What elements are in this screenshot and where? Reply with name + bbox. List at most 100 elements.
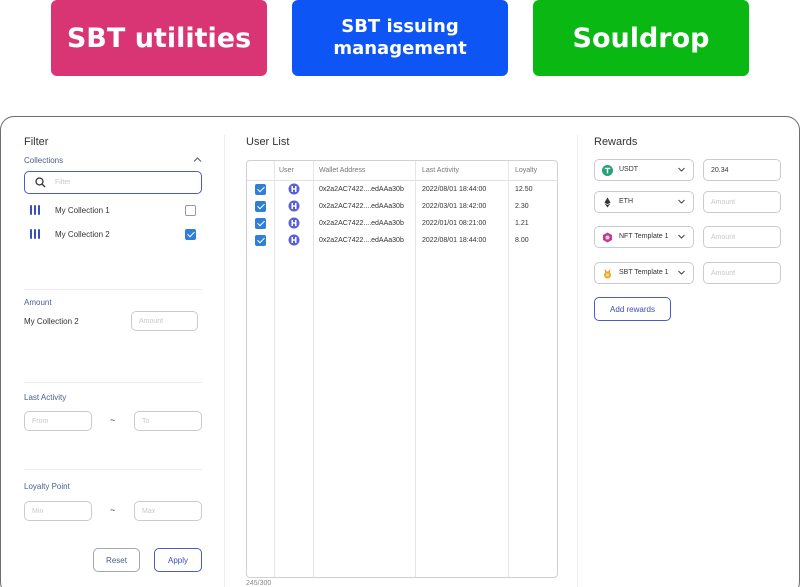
column-header-user: User bbox=[279, 167, 294, 174]
collection-icon bbox=[30, 229, 40, 239]
reward-token-label: SBT Template 1 bbox=[619, 269, 669, 276]
last-activity: 2022/01/01 08:21:00 bbox=[422, 220, 487, 227]
column-line bbox=[313, 161, 314, 577]
loyalty-point-label: Loyalty Point bbox=[24, 482, 70, 491]
reward-amount-input[interactable]: Amount bbox=[703, 262, 781, 284]
reset-button[interactable]: Reset bbox=[93, 548, 140, 572]
divider bbox=[24, 382, 202, 383]
reward-amount-placeholder: Amount bbox=[711, 198, 736, 206]
apply-button[interactable]: Apply bbox=[154, 548, 202, 572]
add-rewards-button[interactable]: Add rewards bbox=[594, 297, 671, 321]
column-line bbox=[274, 161, 275, 577]
reward-amount-value: 20.34 bbox=[711, 166, 729, 174]
divider bbox=[24, 289, 202, 290]
nft-icon bbox=[603, 232, 612, 243]
row-checkbox[interactable] bbox=[255, 235, 266, 246]
amount-label: Amount bbox=[24, 298, 52, 307]
column-line bbox=[415, 161, 416, 577]
column-line bbox=[508, 161, 509, 577]
user-list-title: User List bbox=[246, 136, 290, 148]
chevron-down-icon bbox=[678, 167, 685, 172]
last-activity: 2022/08/01 18:44:00 bbox=[422, 186, 487, 193]
reward-amount-input[interactable]: Amount bbox=[703, 226, 781, 248]
last-activity-to-input[interactable]: To bbox=[134, 411, 202, 431]
search-icon bbox=[35, 177, 46, 188]
from-placeholder: From bbox=[32, 417, 49, 425]
collection-search-placeholder: Filter bbox=[55, 179, 71, 186]
row-checkbox[interactable] bbox=[255, 184, 266, 195]
reward-token-label: ETH bbox=[619, 198, 633, 205]
collection-name: My Collection 2 bbox=[55, 230, 110, 239]
sbt-issuing-badge: SBT issuing management bbox=[292, 0, 508, 76]
column-header-wallet: Wallet Address bbox=[319, 167, 366, 174]
chevron-down-icon bbox=[678, 199, 685, 204]
wallet-address: 0x2a2AC7422....edAAa30b bbox=[319, 186, 404, 193]
sbt-issuing-label-line2: management bbox=[333, 38, 467, 59]
min-placeholder: Min bbox=[32, 507, 44, 515]
last-activity: 2022/03/01 18:42:00 bbox=[422, 203, 487, 210]
collections-label: Collections bbox=[24, 156, 64, 165]
chevron-up-icon[interactable] bbox=[193, 156, 202, 163]
column-header-loyalty: Loyalty bbox=[515, 167, 538, 174]
filter-title: Filter bbox=[24, 136, 49, 148]
sbt-medal-icon bbox=[604, 268, 611, 279]
loyalty-value: 2.30 bbox=[515, 203, 529, 210]
wallet-address: 0x2a2AC7422....edAAa30b bbox=[319, 237, 404, 244]
reward-amount-placeholder: Amount bbox=[711, 233, 736, 241]
reward-amount-placeholder: Amount bbox=[711, 269, 736, 277]
selection-count: 245/300 bbox=[246, 580, 272, 587]
souldrop-label: Souldrop bbox=[572, 22, 710, 54]
chevron-down-icon bbox=[678, 234, 685, 239]
column-divider bbox=[577, 135, 578, 587]
collection-search-input[interactable]: Filter bbox=[24, 171, 202, 194]
add-rewards-label: Add rewards bbox=[610, 304, 655, 314]
column-divider bbox=[224, 135, 225, 587]
collection-checkbox[interactable] bbox=[185, 205, 196, 216]
amount-input[interactable]: Amount bbox=[131, 311, 198, 331]
souldrop-badge: Souldrop bbox=[533, 0, 749, 76]
wallet-address: 0x2a2AC7422....edAAa30b bbox=[319, 220, 404, 227]
loyalty-max-input[interactable]: Max bbox=[134, 501, 202, 521]
amount-placeholder: Amount bbox=[139, 317, 164, 325]
reward-token-select[interactable]: NFT Template 1 bbox=[594, 226, 694, 248]
loyalty-value: 12.50 bbox=[515, 186, 533, 193]
sbt-utilities-label: SBT utilities bbox=[66, 22, 252, 54]
last-activity-from-input[interactable]: From bbox=[24, 411, 92, 431]
collection-icon bbox=[30, 205, 40, 215]
reward-amount-input[interactable]: Amount bbox=[703, 191, 781, 213]
user-table: User Wallet Address Last Activity Loyalt… bbox=[246, 160, 558, 578]
table-header: User Wallet Address Last Activity Loyalt… bbox=[247, 161, 557, 181]
row-checkbox[interactable] bbox=[255, 201, 266, 212]
range-separator: ~ bbox=[110, 415, 116, 425]
reset-label: Reset bbox=[106, 555, 127, 565]
to-placeholder: To bbox=[142, 417, 150, 425]
column-header-last-activity: Last Activity bbox=[422, 167, 459, 174]
row-checkbox[interactable] bbox=[255, 218, 266, 229]
sbt-utilities-badge: SBT utilities bbox=[51, 0, 267, 76]
reward-amount-input[interactable]: 20.34 bbox=[703, 159, 781, 181]
collection-checkbox[interactable] bbox=[185, 229, 196, 240]
reward-token-select[interactable]: ETH bbox=[594, 191, 694, 213]
collection-name: My Collection 1 bbox=[55, 206, 110, 215]
user-avatar-icon bbox=[288, 234, 300, 246]
loyalty-min-input[interactable]: Min bbox=[24, 501, 92, 521]
sbt-issuing-label-line1: SBT issuing bbox=[341, 16, 459, 38]
loyalty-value: 1.21 bbox=[515, 220, 529, 227]
wallet-address: 0x2a2AC7422....edAAa30b bbox=[319, 203, 404, 210]
range-separator: ~ bbox=[110, 505, 116, 515]
reward-token-select[interactable]: USDT bbox=[594, 159, 694, 181]
divider bbox=[24, 469, 202, 470]
user-avatar-icon bbox=[288, 200, 300, 212]
tether-icon bbox=[602, 165, 613, 176]
user-avatar-icon bbox=[288, 217, 300, 229]
last-activity-label: Last Activity bbox=[24, 393, 67, 402]
ethereum-icon bbox=[604, 197, 611, 208]
reward-token-label: USDT bbox=[619, 166, 639, 173]
reward-token-select[interactable]: SBT Template 1 bbox=[594, 262, 694, 284]
loyalty-value: 8.00 bbox=[515, 237, 529, 244]
reward-token-label: NFT Template 1 bbox=[619, 233, 669, 240]
user-avatar-icon bbox=[288, 183, 300, 195]
apply-label: Apply bbox=[167, 555, 188, 565]
chevron-down-icon bbox=[678, 270, 685, 275]
max-placeholder: Max bbox=[142, 507, 156, 515]
